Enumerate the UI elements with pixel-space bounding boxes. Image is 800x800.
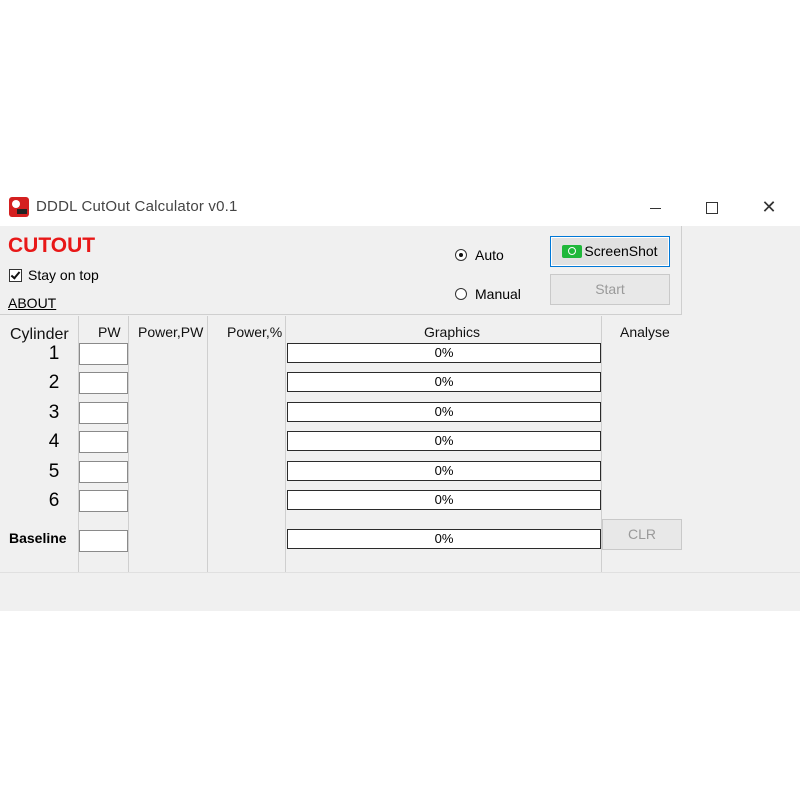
- screenshot-button-label: ScreenShot: [584, 243, 658, 259]
- graphics-bar-value-2: 0%: [434, 374, 454, 389]
- baseline-label: Baseline: [9, 530, 67, 546]
- baseline-graphics-bar-value: 0%: [434, 531, 454, 546]
- pw-input-3[interactable]: [79, 402, 128, 424]
- pw-input-1[interactable]: [79, 343, 128, 365]
- auto-radio-label: Auto: [475, 247, 504, 263]
- graphics-bar-4: 0%: [287, 431, 601, 451]
- header-power-pct: Power,%: [227, 324, 283, 340]
- minimize-button[interactable]: [627, 188, 683, 226]
- start-button[interactable]: Start: [550, 274, 670, 305]
- stay-on-top-checkbox[interactable]: Stay on top: [9, 267, 99, 283]
- app-window: DDDL CutOut Calculator v0.1 ✕ CUTOUT Sta…: [0, 188, 800, 611]
- header-analyse: Analyse: [620, 324, 670, 340]
- graphics-bar-value-6: 0%: [434, 492, 454, 507]
- screenshot-button[interactable]: ScreenShot: [550, 236, 670, 267]
- pw-input-4[interactable]: [79, 431, 128, 453]
- stay-on-top-label: Stay on top: [28, 267, 99, 283]
- header-pw: PW: [98, 324, 121, 340]
- graphics-bar-5: 0%: [287, 461, 601, 481]
- auto-radio[interactable]: Auto: [455, 247, 504, 263]
- cylinder-table: Cylinder PW Power,PW Power,% Graphics An…: [0, 316, 682, 572]
- power-pct-column: [208, 316, 286, 572]
- camera-icon: [562, 245, 583, 258]
- status-bar: [0, 572, 800, 611]
- graphics-bar-value-4: 0%: [434, 433, 454, 448]
- header-graphics: Graphics: [424, 324, 481, 340]
- close-icon: ✕: [761, 197, 777, 217]
- close-button[interactable]: ✕: [741, 188, 797, 226]
- app-logo-icon: [9, 197, 29, 217]
- baseline-graphics-bar: 0%: [287, 529, 601, 549]
- manual-radio-label: Manual: [475, 286, 521, 302]
- graphics-bar-3: 0%: [287, 402, 601, 422]
- header-cylinder: Cylinder: [10, 326, 69, 343]
- pw-input-5[interactable]: [79, 461, 128, 483]
- graphics-bar-6: 0%: [287, 490, 601, 510]
- clr-button[interactable]: CLR: [602, 519, 682, 550]
- about-link[interactable]: ABOUT: [8, 295, 56, 311]
- title-bar[interactable]: DDDL CutOut Calculator v0.1 ✕: [0, 188, 800, 226]
- maximize-icon: [706, 202, 718, 215]
- radio-unselected-icon[interactable]: [455, 288, 467, 300]
- graphics-bar-value-5: 0%: [434, 463, 454, 478]
- manual-radio[interactable]: Manual: [455, 286, 521, 302]
- graphics-bar-value-3: 0%: [434, 404, 454, 419]
- control-panel: CUTOUT Stay on top ABOUT Auto Manual Scr…: [0, 226, 682, 315]
- maximize-button[interactable]: [684, 188, 740, 226]
- power-pw-column: [129, 316, 208, 572]
- graphics-bar-2: 0%: [287, 372, 601, 392]
- window-title: DDDL CutOut Calculator v0.1: [36, 198, 238, 215]
- pw-input-2[interactable]: [79, 372, 128, 394]
- header-power-pw: Power,PW: [138, 324, 204, 340]
- checkbox-checked-icon[interactable]: [9, 269, 22, 282]
- graphics-bar-1: 0%: [287, 343, 601, 363]
- baseline-pw-input[interactable]: [79, 530, 128, 552]
- radio-selected-icon[interactable]: [455, 249, 467, 261]
- minimize-icon: [649, 207, 661, 209]
- cutout-heading: CUTOUT: [8, 234, 96, 257]
- graphics-bar-value-1: 0%: [434, 345, 454, 360]
- pw-input-6[interactable]: [79, 490, 128, 512]
